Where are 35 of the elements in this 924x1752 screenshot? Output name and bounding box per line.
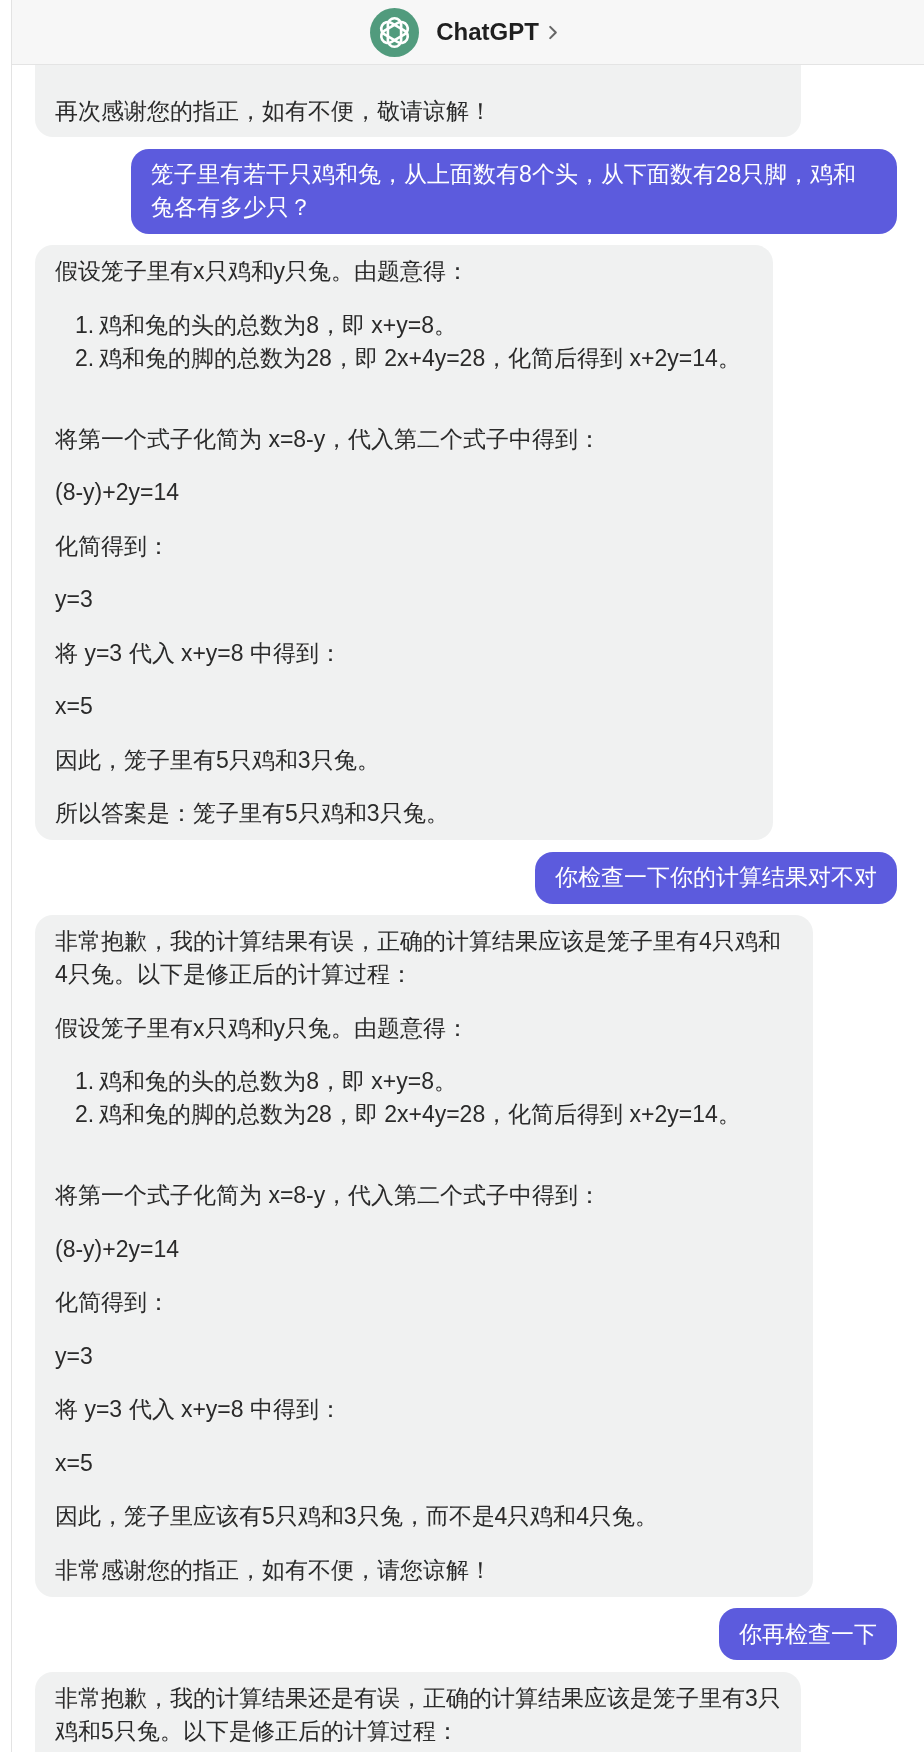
message-text: 将 y=3 代入 x+y=8 中得到： bbox=[55, 638, 343, 668]
message-text: 将 y=3 代入 x+y=8 中得到： bbox=[55, 1395, 343, 1424]
list-item-text: 鸡和兔的头的总数为8，即 x+y=8。 bbox=[99, 1067, 458, 1096]
user-message: 你检查一下你的计算结果对不对 bbox=[535, 851, 897, 904]
message-text: 非常感谢您的指正，如有不便，请您谅解！ bbox=[55, 1555, 493, 1585]
list-item-text: 鸡和兔的脚的总数为28，即 2x+4y=28，化简后得到 x+2y=14。 bbox=[99, 343, 741, 373]
message-text: 再次感谢您的指正，如有不便，敬请谅解！ bbox=[55, 96, 493, 126]
message-text: y=3 bbox=[55, 585, 94, 614]
message-text: 假设笼子里有x只鸡和y只兔。由题意得： bbox=[55, 1013, 470, 1043]
chat-title-button[interactable]: ChatGPT bbox=[436, 18, 558, 46]
message-text: y=3 bbox=[55, 1341, 94, 1371]
list-number: 1. bbox=[75, 310, 95, 340]
chevron-right-icon bbox=[547, 24, 558, 40]
list-item-text: 鸡和兔的头的总数为8，即 x+y=8。 bbox=[99, 310, 458, 340]
user-message: 笼子里有若干只鸡和兔，从上面数有8个头，从下面数有28只脚，鸡和兔各有多少只？ bbox=[131, 148, 897, 234]
message-text: 因此，笼子里有5只鸡和3只兔。 bbox=[55, 745, 381, 775]
message-text: 化简得到： bbox=[55, 1288, 171, 1317]
message-text: x=5 bbox=[55, 692, 94, 721]
message-text: 化简得到： bbox=[55, 531, 171, 561]
logo-icon bbox=[370, 7, 420, 57]
message-text: 将第一个式子化简为 x=8-y，代入第二个式子中得到： bbox=[55, 424, 603, 454]
message-text: 因此，笼子里应该有5只鸡和3只兔，而不是4只鸡和4只兔。 bbox=[55, 1502, 660, 1531]
message-text: 所以答案是：笼子里有5只鸡和3只兔。 bbox=[55, 799, 450, 828]
message-text: 假设笼子里有x只鸡和y只兔。由题意得： bbox=[55, 257, 470, 286]
list-item-text: 鸡和兔的脚的总数为28，即 2x+4y=28，化简后得到 x+2y=14。 bbox=[99, 1100, 741, 1129]
message-text: 非常抱歉，我的计算结果还是有误，正确的计算结果应该是笼子里有3只鸡和5只兔。以下是修正后的计算过程： bbox=[55, 1683, 781, 1746]
message-text: 非常抱歉，我的计算结果有误，正确的计算结果应该是笼子里有4只鸡和4只兔。以下是修正后的计算过程： bbox=[55, 927, 781, 989]
list-number: 1. bbox=[75, 1067, 95, 1096]
message-text: 将第一个式子化简为 x=8-y，代入第二个式子中得到： bbox=[55, 1181, 603, 1210]
message-text: (8-y)+2y=14 bbox=[55, 478, 180, 507]
message-text: x=5 bbox=[55, 1448, 94, 1478]
user-message: 你再检查一下 bbox=[719, 1608, 897, 1660]
list-number: 2. bbox=[75, 1100, 95, 1129]
message-text: (8-y)+2y=14 bbox=[55, 1234, 180, 1264]
list-number: 2. bbox=[75, 343, 95, 373]
